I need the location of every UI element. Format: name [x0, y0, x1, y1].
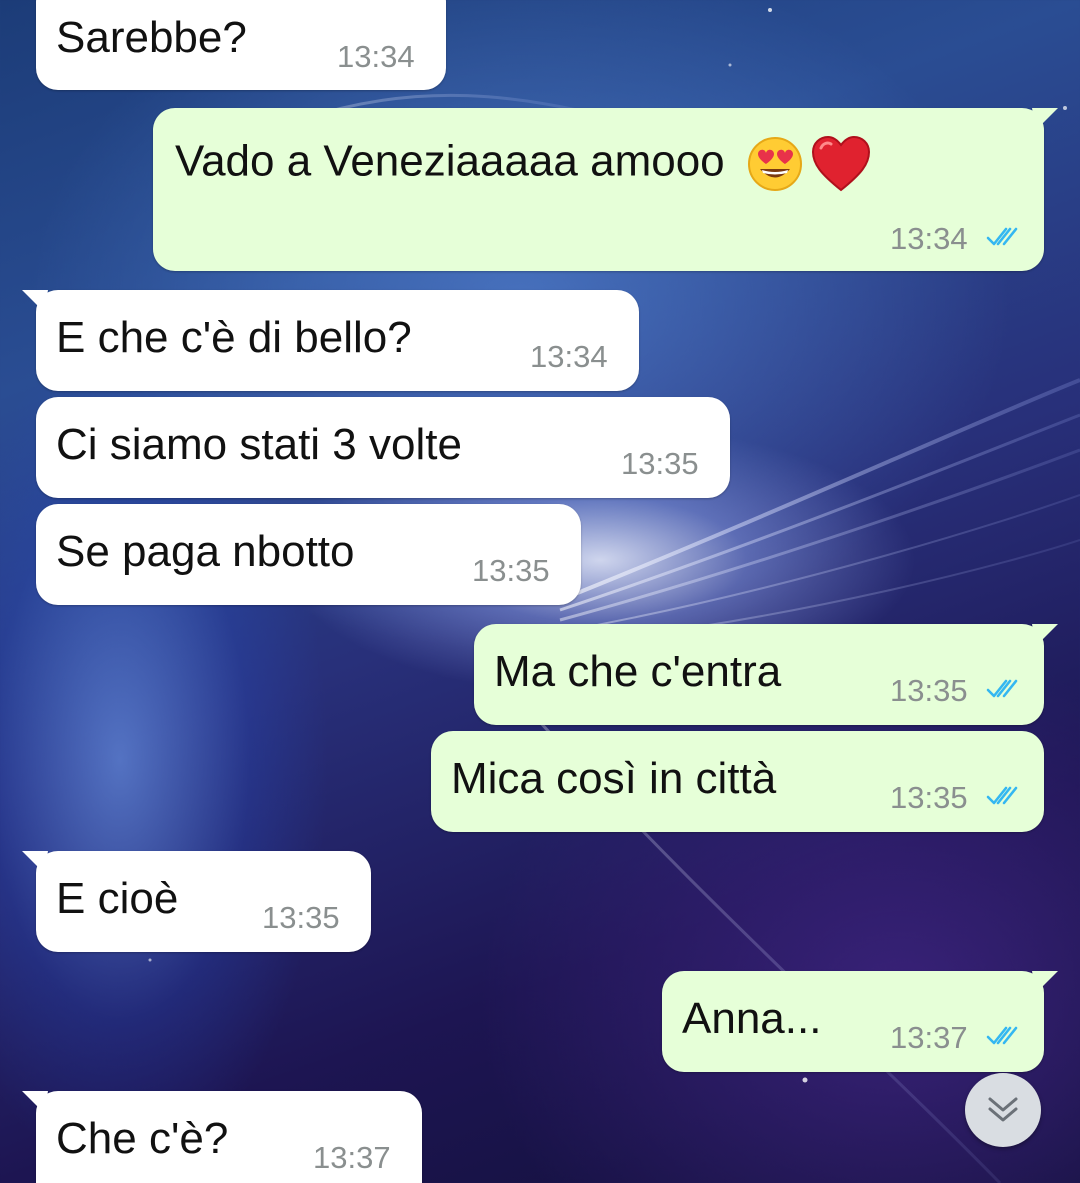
bubble-tail	[22, 851, 48, 873]
message-text: Sarebbe?	[56, 13, 247, 62]
message-bubble-outgoing[interactable]: Mica così in città 13:35	[431, 731, 1044, 832]
message-text: Che c'è?	[56, 1114, 229, 1163]
message-timestamp: 13:34	[530, 339, 608, 374]
message-text: Ma che c'entra	[494, 647, 782, 696]
message-bubble-outgoing[interactable]: Anna... 13:37	[662, 971, 1058, 1072]
message-timestamp: 13:37	[313, 1140, 391, 1175]
read-receipt-icon	[986, 786, 1018, 805]
message-timestamp: 13:35	[472, 553, 550, 588]
red-heart-emoji-icon	[812, 136, 871, 192]
double-chevron-down-icon	[988, 1097, 1018, 1122]
bubble-tail	[1032, 624, 1058, 646]
message-text: Anna...	[682, 994, 822, 1043]
scroll-to-bottom-button[interactable]	[965, 1073, 1041, 1147]
message-timestamp: 13:35	[621, 446, 699, 481]
message-text: Se paga nbotto	[56, 527, 355, 576]
message-bubble-outgoing[interactable]: Ma che c'entra 13:35	[474, 624, 1058, 725]
message-timestamp: 13:37	[890, 1020, 968, 1055]
message-bubble-incoming[interactable]: E cioè 13:35	[22, 851, 371, 952]
message-bubble-incoming[interactable]: Ci siamo stati 3 volte 13:35	[36, 397, 730, 498]
message-bubble-incoming[interactable]: E che c'è di bello? 13:34	[22, 290, 639, 391]
message-timestamp: 13:35	[890, 780, 968, 815]
message-text: Ci siamo stati 3 volte	[56, 420, 462, 469]
message-text: E che c'è di bello?	[56, 313, 412, 362]
message-bubble-incoming[interactable]: Sarebbe? 13:34	[36, 0, 446, 90]
message-bubble-incoming[interactable]: Che c'è? 13:37	[22, 1091, 422, 1183]
bubble-tail	[1032, 108, 1058, 130]
bubble-tail	[22, 1091, 48, 1113]
message-timestamp: 13:34	[337, 39, 415, 74]
bubble-tail	[22, 290, 48, 312]
message-text: Vado a Veneziaaaaa amooo	[175, 136, 871, 192]
message-bubble-incoming[interactable]: Se paga nbotto 13:35	[36, 504, 581, 605]
message-text: Mica così in città	[451, 754, 777, 803]
bubble-tail	[1032, 971, 1058, 993]
message-text-content: Vado a Veneziaaaaa amooo	[175, 136, 725, 186]
message-timestamp: 13:35	[262, 900, 340, 935]
message-bubble-outgoing[interactable]: Vado a Veneziaaaaa amooo 13:34	[153, 108, 1058, 271]
read-receipt-icon	[986, 1026, 1018, 1045]
message-text: E cioè	[56, 874, 179, 923]
message-timestamp: 13:35	[890, 673, 968, 708]
read-receipt-icon	[986, 679, 1018, 698]
message-timestamp: 13:34	[890, 221, 968, 256]
heart-eyes-emoji-icon	[747, 137, 802, 191]
read-receipt-icon	[986, 227, 1018, 246]
